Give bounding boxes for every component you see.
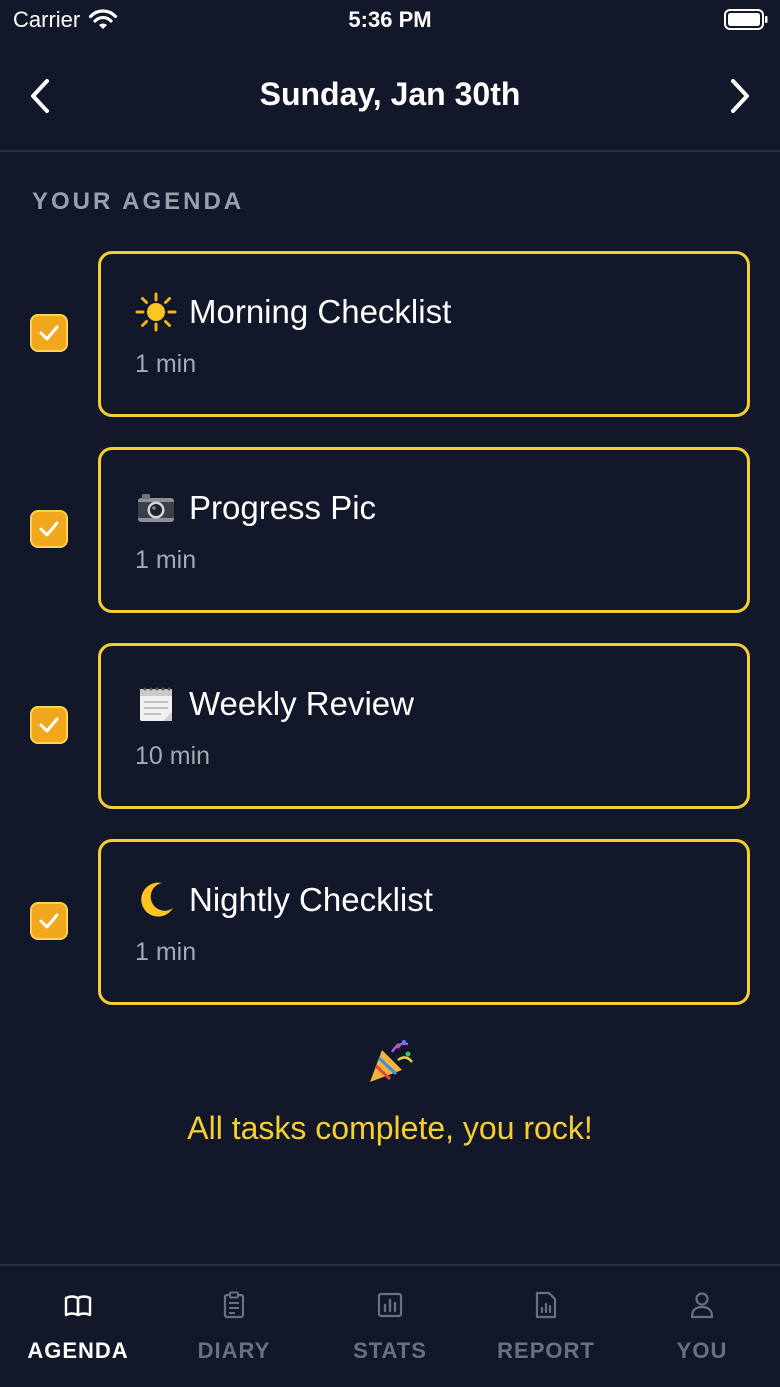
date-header: Sunday, Jan 30th <box>0 44 780 152</box>
page-title: Sunday, Jan 30th <box>259 76 521 112</box>
task-title: Weekly Review <box>189 685 414 722</box>
task-checkbox[interactable] <box>30 706 68 744</box>
task-card[interactable]: Morning Checklist 1 min <box>98 251 750 417</box>
app-screen: Carrier 5:36 PM Sunday, Jan 30th YOUR AG… <box>0 0 780 1387</box>
task-title: Morning Checklist <box>189 293 452 330</box>
task-row: Nightly Checklist 1 min <box>0 839 780 1005</box>
chevron-right-icon <box>731 79 749 113</box>
checkmark-icon <box>39 325 59 341</box>
task-title: Nightly Checklist <box>189 881 433 918</box>
camera-icon <box>138 494 174 522</box>
checkmark-icon <box>39 717 59 733</box>
tab-label: REPORT <box>497 1338 595 1363</box>
book-icon <box>64 1295 92 1317</box>
carrier-indicator: Carrier <box>13 7 118 33</box>
clipboard-icon <box>223 1291 245 1319</box>
task-checkbox[interactable] <box>30 510 68 548</box>
tab-label: YOU <box>676 1338 728 1363</box>
task-title: Progress Pic <box>189 489 377 526</box>
task-row: Weekly Review 10 min <box>0 643 780 809</box>
task-checkbox[interactable] <box>30 902 68 940</box>
task-card[interactable]: Weekly Review 10 min <box>98 643 750 809</box>
task-checkbox[interactable] <box>30 314 68 352</box>
chevron-left-icon <box>31 79 49 113</box>
next-day-button[interactable] <box>720 74 760 118</box>
checkmark-icon <box>39 521 59 537</box>
tab-label: STATS <box>353 1338 427 1363</box>
battery-icon <box>724 9 768 30</box>
user-icon <box>690 1292 714 1319</box>
task-duration: 1 min <box>135 546 197 574</box>
calendar-icon <box>140 687 172 721</box>
checkmark-icon <box>39 913 59 929</box>
completion-message: All tasks complete, you rock! <box>187 1110 593 1146</box>
tab-label: DIARY <box>197 1338 271 1363</box>
task-card[interactable]: Nightly Checklist 1 min <box>98 839 750 1005</box>
moon-icon <box>141 882 173 917</box>
task-card[interactable]: Progress Pic 1 min <box>98 447 750 613</box>
previous-day-button[interactable] <box>20 74 60 118</box>
tab-you[interactable]: YOU <box>624 1266 780 1387</box>
carrier-label: Carrier <box>13 7 81 32</box>
task-duration: 10 min <box>135 742 211 770</box>
task-duration: 1 min <box>135 938 197 966</box>
task-row: Morning Checklist 1 min <box>0 251 780 417</box>
section-heading: YOUR AGENDA <box>32 188 245 215</box>
tab-agenda[interactable]: AGENDA <box>0 1266 156 1387</box>
wifi-icon <box>89 9 118 29</box>
report-icon <box>535 1291 557 1319</box>
sun-icon <box>135 292 177 332</box>
bar-chart-icon <box>377 1292 403 1318</box>
tab-report[interactable]: REPORT <box>468 1266 624 1387</box>
task-row: Progress Pic 1 min <box>0 447 780 613</box>
tab-bar: AGENDA DIARY STATS REPORT YOU <box>0 1264 780 1387</box>
tab-label: AGENDA <box>27 1338 129 1363</box>
party-popper-icon <box>370 1040 413 1082</box>
tab-stats[interactable]: STATS <box>312 1266 468 1387</box>
tab-diary[interactable]: DIARY <box>156 1266 312 1387</box>
task-duration: 1 min <box>135 350 197 378</box>
status-bar: Carrier 5:36 PM <box>0 0 780 44</box>
